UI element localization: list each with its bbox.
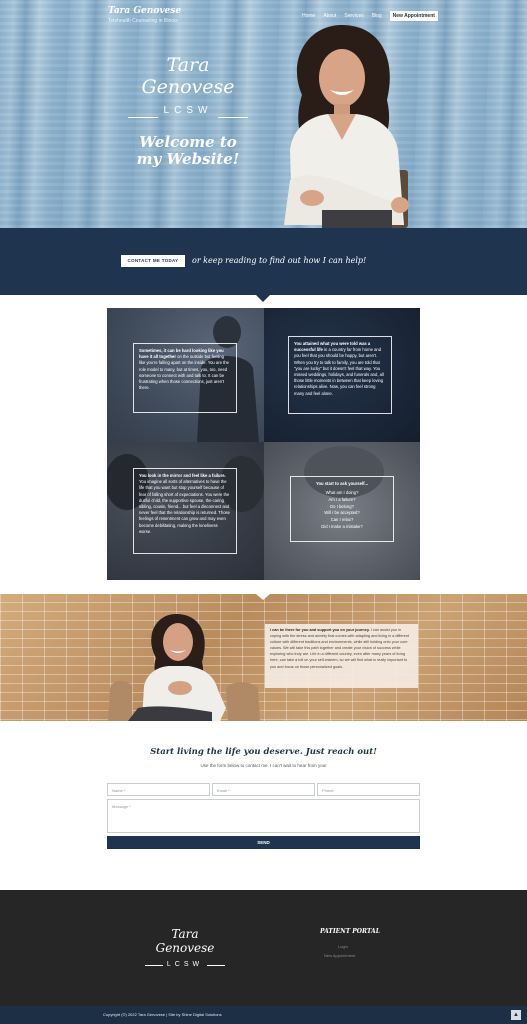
grid-text-box-4: You start to ask yourself... What am I d… (290, 476, 394, 542)
footer-last-name: Genovese (155, 941, 215, 955)
hero-divider-left (128, 117, 158, 118)
question-line: Am I a failure? (328, 496, 356, 502)
name-input[interactable]: Name * (107, 783, 210, 796)
question-line: What am I doing? (325, 490, 359, 496)
grid-cell-4-lead: You start to ask yourself... (315, 481, 369, 486)
hero-first-name: Tara (166, 54, 210, 76)
hero-name-block: Tara Genovese LCSW (128, 54, 248, 117)
grid-cell-2-body: in a country far from home and you feel … (294, 347, 384, 396)
email-input[interactable]: Email * (212, 783, 315, 796)
footer-logo-name[interactable]: Tara Genovese (145, 927, 225, 955)
support-body: I can assist you in coping with the stre… (270, 628, 410, 669)
section-pointer (256, 594, 270, 600)
hero-last-name: Genovese (141, 76, 235, 98)
grid-cell-3-lead: You look in the mirror and feel like a f… (139, 473, 226, 478)
site-brand-subtitle: Telehealth Counseling in Illinois (108, 18, 178, 24)
send-button[interactable]: SEND (107, 836, 420, 849)
nav-item-about[interactable]: About (323, 13, 336, 19)
contact-heading: Start living the life you deserve. Just … (150, 747, 377, 757)
grid-cell-3-body: You imagine all sorts of alternatives to… (139, 479, 230, 534)
portal-new-appointment-link[interactable]: New Appointment (324, 953, 384, 958)
contact-me-today-button[interactable]: CONTACT ME TODAY (121, 255, 185, 267)
cta-band: CONTACT ME TODAY or keep reading to find… (0, 228, 527, 295)
message-textarea[interactable]: Message * (107, 799, 420, 833)
copyright-bar: Copyright (©) 2022 Tara Genovese | Site … (0, 1006, 527, 1024)
patient-portal-heading: PATIENT PORTAL (320, 928, 380, 935)
grid-cell-4: You start to ask yourself... What am I d… (264, 442, 420, 580)
section-pointer (256, 295, 270, 302)
portal-login-link[interactable]: Login (338, 944, 378, 949)
grid-text-box-1: Sometimes, it can be hard looking like y… (133, 343, 237, 413)
grid-text-box-2: You attained what you were told was a su… (288, 336, 392, 414)
footer-first-name: Tara (171, 927, 199, 941)
question-line: Can I relax? (330, 517, 354, 523)
site-brand-title[interactable]: Tara Genovese (108, 6, 181, 16)
seated-portrait-image (108, 614, 260, 721)
nav-item-blog[interactable]: Blog (372, 13, 382, 19)
hero-credential: LCSW (163, 105, 213, 116)
contact-subheading: Use the form below to contact me. I can'… (200, 763, 327, 768)
grid-cell-3: You look in the mirror and feel like a f… (107, 442, 264, 580)
support-text-box: I can be there for you and support you o… (265, 624, 418, 688)
question-line: Did I make a mistake? (321, 523, 363, 529)
nav-new-appointment-button[interactable]: New Appointment (389, 11, 438, 21)
main-nav: Home About Services Blog New Appointment (302, 11, 438, 21)
grid-cell-1: Sometimes, it can be hard looking like y… (107, 308, 264, 442)
struggles-grid: Sometimes, it can be hard looking like y… (107, 308, 420, 580)
hero-divider-right (218, 117, 248, 118)
phone-input[interactable]: Phone (317, 783, 420, 796)
hero-portrait-image (284, 25, 409, 228)
grid-text-box-3: You look in the mirror and feel like a f… (133, 468, 237, 554)
site-footer: Tara Genovese LCSW PATIENT PORTAL Login … (0, 890, 527, 1006)
question-line: Do I belong? (330, 503, 354, 509)
footer-divider-right (207, 965, 225, 966)
chevron-up-icon[interactable]: ▲ (511, 1010, 521, 1020)
hero-section: Tara Genovese Telehealth Counseling in I… (0, 0, 527, 228)
grid-cell-2: You attained what you were told was a su… (264, 308, 420, 442)
nav-item-home[interactable]: Home (302, 13, 315, 19)
support-lead: I can be there for you and support you o… (270, 628, 370, 632)
nav-item-services[interactable]: Services (344, 13, 363, 19)
question-line: Will I be accepted? (324, 510, 360, 516)
grid-cell-1-body: on the outside but feeling like you're f… (139, 354, 229, 391)
cta-band-text: or keep reading to find out how I can he… (192, 256, 367, 265)
hero-welcome-heading: Welcome to my Website! (136, 133, 240, 168)
copyright-text: Copyright (©) 2022 Tara Genovese | Site … (103, 1012, 222, 1017)
